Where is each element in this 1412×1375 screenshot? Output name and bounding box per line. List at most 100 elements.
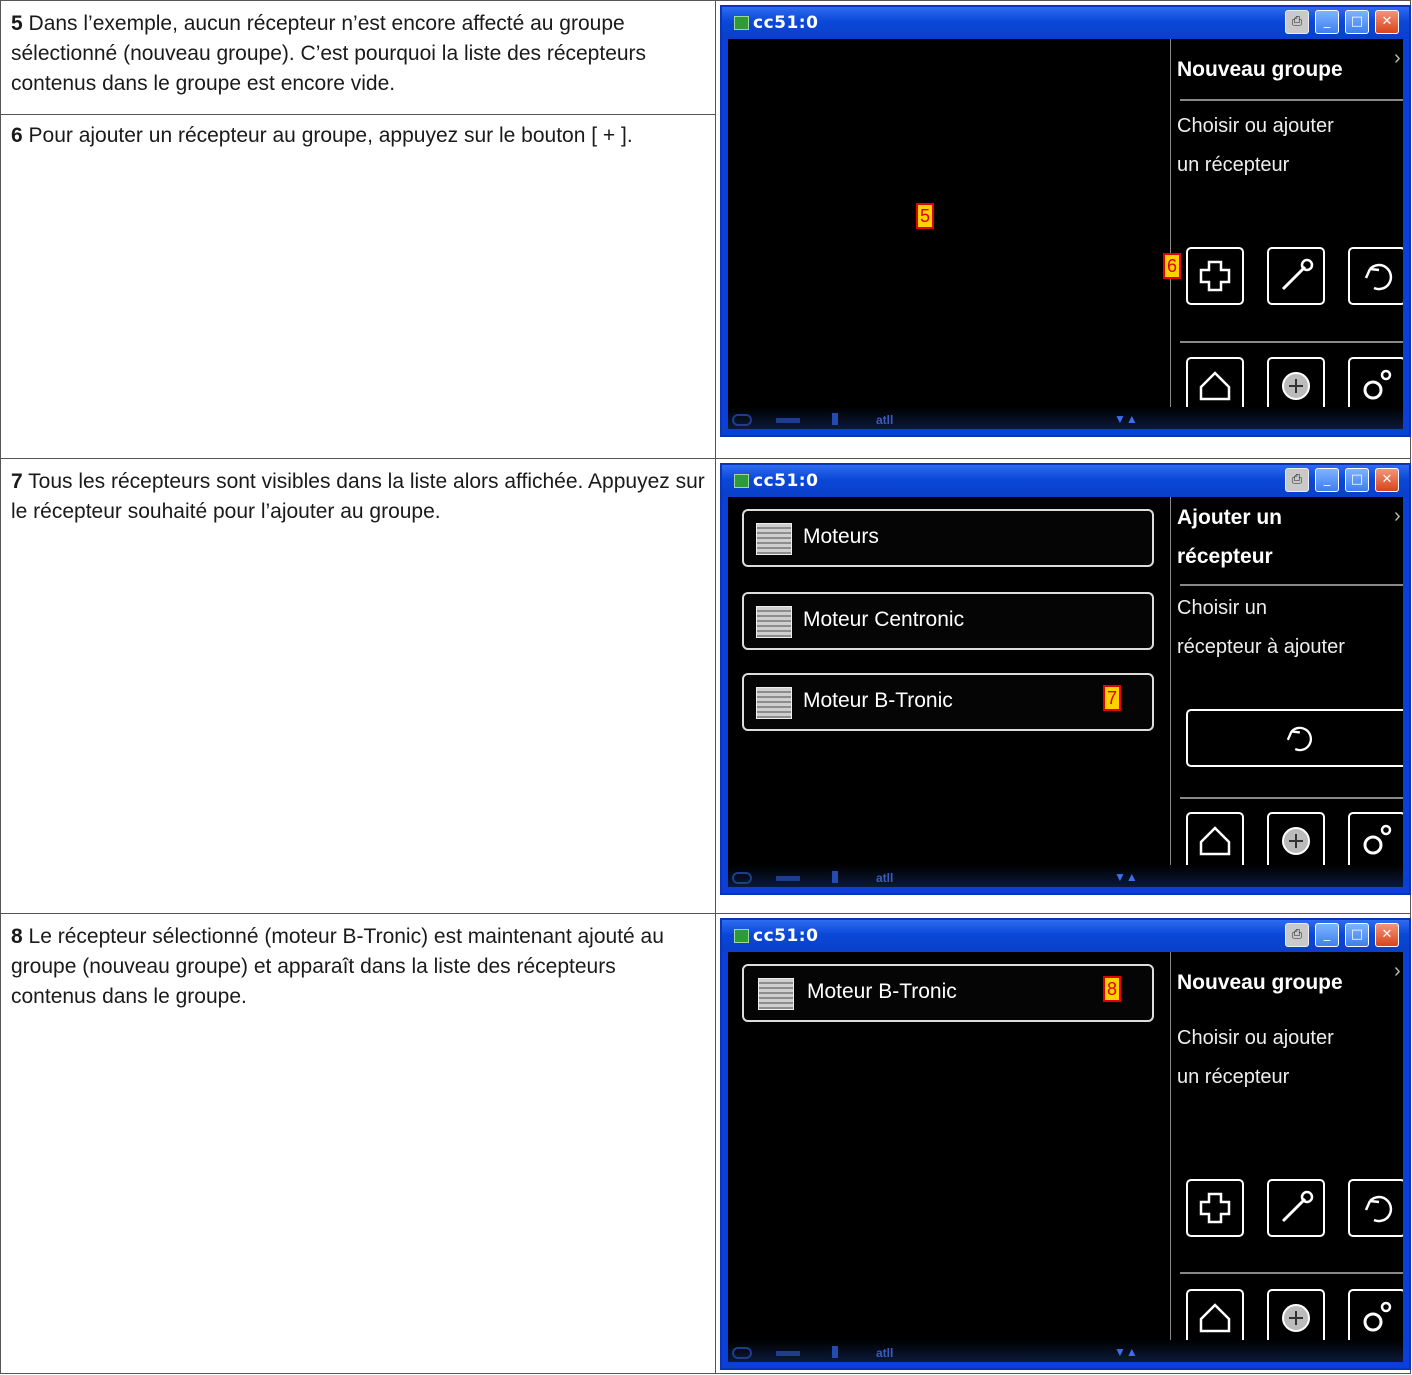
panel-title: Nouveau groupe <box>1177 58 1343 81</box>
chevron-right-icon[interactable]: › <box>1394 960 1401 983</box>
blind-icon <box>756 523 792 555</box>
divider <box>1180 584 1403 586</box>
status-bar: atll ▼▲ <box>728 865 1403 887</box>
settings-button[interactable] <box>1348 812 1403 870</box>
title-bar[interactable]: cc51:0 ⎙ _ □ ✕ <box>722 920 1409 952</box>
step-text: Dans l’exemple, aucun récepteur n’est en… <box>11 12 647 95</box>
minimize-button[interactable]: _ <box>1315 923 1339 947</box>
print-icon[interactable]: ⎙ <box>1285 468 1309 492</box>
print-icon[interactable]: ⎙ <box>1285 923 1309 947</box>
device-screen: Moteurs Moteur Centronic Moteur B-Tronic… <box>728 497 1403 887</box>
back-arrow-icon <box>1364 1195 1393 1223</box>
divider <box>1180 797 1403 799</box>
status-icon <box>732 414 752 426</box>
wrench-icon <box>1281 1190 1314 1223</box>
plus-icon <box>1199 1192 1231 1224</box>
app-icon <box>734 16 749 30</box>
step-8-paragraph: 8 Le récepteur sélectionné (moteur B-Tro… <box>1 914 715 1012</box>
panel-subtitle: Choisir un <box>1177 597 1268 619</box>
list-item-label: Moteur B-Tronic <box>807 980 957 1003</box>
device-screen: › Nouveau groupe Choisir ou ajouter un r… <box>728 39 1403 429</box>
screenshot-cell-3: cc51:0 ⎙ _ □ ✕ Moteur B-Tronic 8 › Nouve… <box>715 913 1411 1374</box>
step-number: 8 <box>11 925 23 948</box>
callout-marker: 5 <box>916 203 935 229</box>
status-icon <box>776 876 800 881</box>
blind-icon <box>756 687 792 719</box>
list-item[interactable]: Moteur B-Tronic <box>742 673 1154 731</box>
title-bar[interactable]: cc51:0 ⎙ _ □ ✕ <box>722 465 1409 497</box>
text-cell-1: 5 Dans l’exemple, aucun récepteur n’est … <box>0 0 716 459</box>
list-item-label: Moteur B-Tronic <box>803 689 953 712</box>
gear-icon <box>1363 824 1392 855</box>
add-button[interactable] <box>1186 1179 1244 1237</box>
list-item-label: Moteurs <box>803 525 879 548</box>
signal-icon: atll <box>876 871 894 885</box>
back-button[interactable] <box>1348 1179 1403 1237</box>
add-button[interactable] <box>1186 247 1244 305</box>
close-button[interactable]: ✕ <box>1375 923 1399 947</box>
battery-icon: ▼▲ <box>1114 1345 1138 1359</box>
step-5-paragraph: 5 Dans l’exemple, aucun récepteur n’est … <box>11 9 705 99</box>
divider <box>1180 341 1403 343</box>
maximize-button[interactable]: □ <box>1345 10 1369 34</box>
panel-divider <box>1170 39 1171 429</box>
device-screen: Moteur B-Tronic 8 › Nouveau groupe Chois… <box>728 952 1403 1362</box>
print-icon[interactable]: ⎙ <box>1285 10 1309 34</box>
app-window: cc51:0 ⎙ _ □ ✕ Moteur B-Tronic 8 › Nouve… <box>720 918 1411 1370</box>
gear-icon <box>1363 369 1392 400</box>
plus-icon <box>1199 260 1231 292</box>
text-cell-3: 8 Le récepteur sélectionné (moteur B-Tro… <box>0 913 716 1374</box>
list-item[interactable]: Moteur B-Tronic <box>742 964 1154 1022</box>
settings-button[interactable] <box>1348 1289 1403 1347</box>
maximize-button[interactable]: □ <box>1345 923 1369 947</box>
home-button[interactable] <box>1186 1289 1244 1347</box>
close-button[interactable]: ✕ <box>1375 10 1399 34</box>
app-window: cc51:0 ⎙ _ □ ✕ › Nouveau groupe Choisir … <box>720 5 1411 437</box>
wrench-icon <box>1281 258 1314 291</box>
chevron-right-icon[interactable]: › <box>1394 47 1401 70</box>
panel-title: Nouveau groupe <box>1177 971 1343 994</box>
signal-icon: atll <box>876 413 894 427</box>
sun-button[interactable] <box>1267 1289 1325 1347</box>
callout-marker: 7 <box>1103 685 1122 711</box>
sun-button[interactable] <box>1267 812 1325 870</box>
edit-button[interactable] <box>1267 247 1325 305</box>
back-button[interactable] <box>1186 709 1403 767</box>
sun-icon <box>1282 372 1310 400</box>
callout-marker: 6 <box>1163 253 1182 279</box>
list-item[interactable]: Moteur Centronic <box>742 592 1154 650</box>
text-cell-2: 7 Tous les récepteurs sont visibles dans… <box>0 458 716 914</box>
gear-icon <box>1363 1301 1392 1332</box>
panel-subtitle: Choisir ou ajouter <box>1177 115 1334 137</box>
sun-icon <box>1282 1304 1310 1332</box>
list-item[interactable]: Moteurs <box>742 509 1154 567</box>
maximize-button[interactable]: □ <box>1345 468 1369 492</box>
screenshot-cell-1: cc51:0 ⎙ _ □ ✕ › Nouveau groupe Choisir … <box>715 0 1411 459</box>
antenna-icon <box>832 1346 838 1358</box>
sun-icon <box>1282 827 1310 855</box>
status-icon <box>776 1351 800 1356</box>
step-7-paragraph: 7 Tous les récepteurs sont visibles dans… <box>1 459 715 527</box>
home-button[interactable] <box>1186 812 1244 870</box>
title-bar[interactable]: cc51:0 ⎙ _ □ ✕ <box>722 7 1409 39</box>
minimize-button[interactable]: _ <box>1315 10 1339 34</box>
list-item-label: Moteur Centronic <box>803 608 965 631</box>
status-icon <box>732 872 752 884</box>
home-icon <box>1199 371 1231 401</box>
step-6-paragraph: 6 Pour ajouter un récepteur au groupe, a… <box>1 114 715 151</box>
step-number: 7 <box>11 470 23 493</box>
close-button[interactable]: ✕ <box>1375 468 1399 492</box>
panel-subtitle: Choisir ou ajouter <box>1177 1027 1334 1049</box>
minimize-button[interactable]: _ <box>1315 468 1339 492</box>
antenna-icon <box>832 413 838 425</box>
blind-icon <box>758 978 794 1010</box>
chevron-right-icon[interactable]: › <box>1394 505 1401 528</box>
blind-icon <box>756 606 792 638</box>
panel-subtitle: un récepteur <box>1177 1066 1290 1088</box>
panel-title: Ajouter un <box>1177 506 1282 529</box>
edit-button[interactable] <box>1267 1179 1325 1237</box>
back-arrow-icon <box>1364 263 1393 291</box>
instruction-table: 5 Dans l’exemple, aucun récepteur n’est … <box>0 0 1411 1374</box>
step-text: Tous les récepteurs sont visibles dans l… <box>11 470 705 523</box>
back-button[interactable] <box>1348 247 1403 305</box>
